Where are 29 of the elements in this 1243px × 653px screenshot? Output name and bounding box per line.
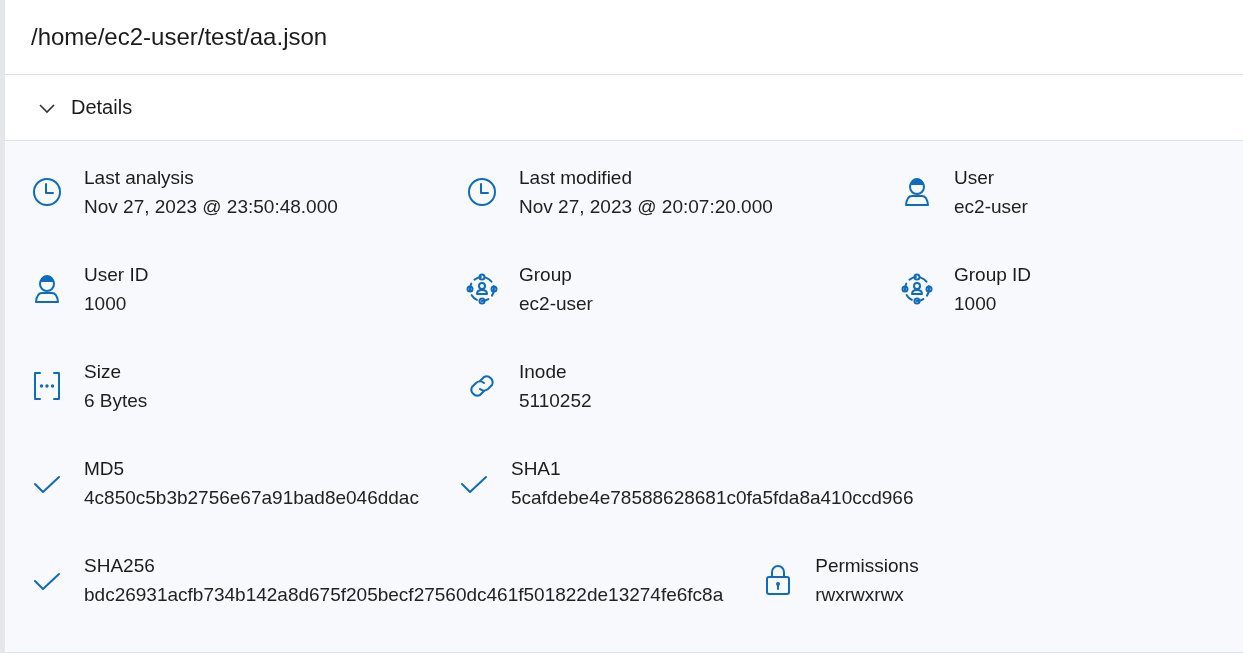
clock-icon <box>30 175 64 209</box>
detail-value: bdc26931acfb734b142a8d675f205becf27560dc461f501822de13274fe6fc8a <box>84 584 724 606</box>
detail-label: Group <box>519 264 573 286</box>
detail-label: Last analysis <box>84 167 195 189</box>
detail-value: ec2-user <box>519 293 593 315</box>
detail-label: MD5 <box>84 458 126 480</box>
detail-label: Last modified <box>519 167 633 189</box>
detail-value: 1000 <box>84 293 128 315</box>
detail-value: 6 Bytes <box>84 390 148 412</box>
detail-value: rwxrwxrwx <box>815 584 905 606</box>
detail-value: Nov 27, 2023 @ 23:50:48.000 <box>84 196 338 218</box>
detail-value: 5110252 <box>519 390 592 412</box>
detail-value: Nov 27, 2023 @ 20:07:20.000 <box>519 196 773 218</box>
detail-label: Group ID <box>954 264 1032 286</box>
detail-value: 1000 <box>954 293 998 315</box>
detail-value: ec2-user <box>954 196 1028 218</box>
detail-value: 4c850c5b3b2756e67a91bad8e046ddac <box>84 487 419 509</box>
group-icon <box>900 272 934 306</box>
detail-label: User ID <box>84 264 149 286</box>
clock-icon <box>465 175 499 209</box>
detail-value: 5cafdebe4e78588628681c0fa5fda8a410ccd966 <box>510 487 914 509</box>
group-icon <box>465 272 499 306</box>
detail-label: Size <box>84 361 122 383</box>
detail-label: SHA256 <box>84 555 156 577</box>
detail-label: User <box>954 167 996 189</box>
detail-label: Permissions <box>815 555 919 577</box>
detail-label: SHA1 <box>510 458 562 480</box>
detail-label: Inode <box>519 361 568 383</box>
file-path-title: /home/ec2-user/test/aa.json <box>31 23 328 52</box>
